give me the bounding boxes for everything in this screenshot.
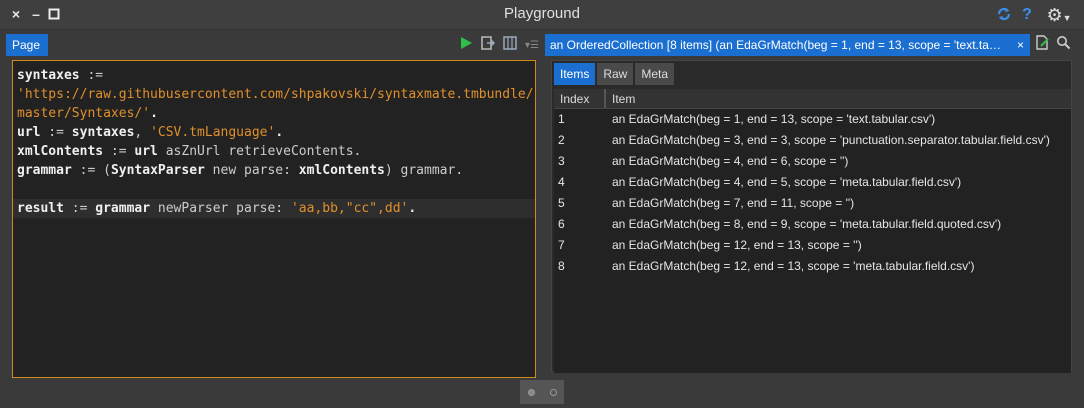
row-index: 4: [558, 175, 565, 189]
code-token: .: [275, 125, 284, 140]
current-line: result := grammar newParser parse: 'aa,b…: [13, 199, 535, 218]
search-icon: [1057, 36, 1071, 50]
row-item: an EdaGrMatch(beg = 12, end = 13, scope …: [612, 238, 862, 252]
export-icon: [481, 35, 496, 50]
table-row[interactable]: 7 an EdaGrMatch(beg = 12, end = 13, scope…: [554, 235, 1071, 256]
row-index: 7: [558, 238, 565, 252]
code-token: :=: [103, 144, 135, 159]
code-token: ,: [134, 125, 151, 140]
code-token: xmlContents: [298, 163, 385, 178]
close-tab-button[interactable]: ×: [1017, 34, 1024, 56]
code-token: newParser parse:: [150, 201, 291, 216]
code-token: result: [17, 201, 64, 216]
code-token: grammar: [17, 163, 72, 178]
document-edit-icon: [1036, 35, 1049, 50]
help-button[interactable]: ?: [1019, 5, 1035, 25]
refresh-button[interactable]: [994, 5, 1014, 25]
table-header: Index Item: [554, 89, 1071, 109]
browse-button[interactable]: [1035, 35, 1050, 55]
inspector-toolbar: [1035, 34, 1071, 56]
settings-button[interactable]: ⚙▼: [1041, 5, 1077, 25]
left-tab-bar: Page ▾☰: [6, 34, 541, 56]
page-dot-2[interactable]: [549, 388, 557, 396]
table-row[interactable]: 1 an EdaGrMatch(beg = 1, end = 13, scope …: [554, 109, 1071, 130]
code-token: master/Syntaxes/': [17, 106, 151, 121]
code-editor[interactable]: syntaxes := 'https://raw.githubuserconte…: [12, 60, 536, 378]
menu-icon: ▾☰: [525, 39, 539, 51]
code-token: SyntaxParser: [110, 163, 205, 178]
inspect-button[interactable]: [481, 35, 496, 55]
row-index: 1: [558, 112, 565, 126]
row-item: an EdaGrMatch(beg = 1, end = 13, scope =…: [612, 112, 936, 126]
page-dot-1[interactable]: [527, 388, 535, 396]
table-row[interactable]: 6 an EdaGrMatch(beg = 8, end = 9, scope =…: [554, 214, 1071, 235]
code-token: url: [134, 144, 158, 159]
code-token: 'aa,bb,"cc",dd': [290, 201, 409, 216]
code-token: grammar: [95, 201, 151, 216]
row-item: an EdaGrMatch(beg = 8, end = 9, scope = …: [612, 217, 1002, 231]
help-icon: ?: [1022, 6, 1032, 23]
page-pager: [520, 380, 564, 404]
table-row[interactable]: 4 an EdaGrMatch(beg = 4, end = 5, scope =…: [554, 172, 1071, 193]
tab-page[interactable]: Page: [6, 34, 48, 56]
code-token: new parse:: [204, 163, 299, 178]
tab-inspector[interactable]: an OrderedCollection [8 items] (an EdaGr…: [545, 34, 1030, 56]
table-row[interactable]: 3 an EdaGrMatch(beg = 4, end = 6, scope =…: [554, 151, 1071, 172]
code-token: :=: [40, 125, 72, 140]
row-index: 8: [558, 259, 565, 273]
tab-items[interactable]: Items: [554, 63, 596, 85]
row-item: an EdaGrMatch(beg = 4, end = 5, scope = …: [612, 175, 962, 189]
row-index: 6: [558, 217, 565, 231]
window-title: Playground: [504, 5, 580, 22]
row-index: 2: [558, 133, 565, 147]
row-item: an EdaGrMatch(beg = 7, end = 11, scope =…: [612, 196, 855, 210]
menu-button[interactable]: ▾☰: [525, 40, 539, 51]
table-row[interactable]: 5 an EdaGrMatch(beg = 7, end = 11, scope …: [554, 193, 1071, 214]
inspector-tab-title: an OrderedCollection [8 items] (an EdaGr…: [550, 38, 1005, 52]
code-token: .: [408, 201, 417, 216]
gear-icon: ⚙: [1046, 5, 1063, 25]
row-index: 3: [558, 154, 565, 168]
code-token: .: [150, 106, 158, 121]
table-icon: [503, 35, 517, 50]
column-header-item[interactable]: Item: [606, 89, 1071, 108]
left-toolbar: ▾☰: [459, 34, 541, 56]
code-token: 'CSV.tmLanguage': [150, 125, 276, 140]
bindings-button[interactable]: [503, 35, 517, 55]
table-row[interactable]: 2 an EdaGrMatch(beg = 3, end = 3, scope =…: [554, 130, 1071, 151]
inspector-body: Items Raw Meta Index Item 1 an EdaGrMatch…: [551, 60, 1072, 373]
play-icon: [461, 36, 473, 49]
code-token: := (: [71, 163, 111, 178]
inspector-subtabs: Items Raw Meta: [554, 63, 675, 85]
code-token: ) grammar.: [384, 163, 464, 178]
code-token: url: [17, 125, 41, 140]
column-header-index[interactable]: Index: [554, 89, 606, 108]
inspector-pane: an OrderedCollection [8 items] (an EdaGr…: [545, 32, 1084, 378]
code-token: xmlContents: [17, 144, 104, 159]
table-row[interactable]: 8 an EdaGrMatch(beg = 12, end = 13, scope…: [554, 256, 1071, 277]
row-item: an EdaGrMatch(beg = 4, end = 6, scope = …: [612, 154, 849, 168]
playground-pane: Page ▾☰ syntaxes := 'https://raw.githubu…: [6, 32, 541, 378]
row-item: an EdaGrMatch(beg = 3, end = 3, scope = …: [612, 133, 1050, 147]
search-button[interactable]: [1056, 35, 1071, 55]
chevron-down-icon: ▼: [1062, 13, 1072, 23]
items-table: Index Item 1 an EdaGrMatch(beg = 1, end =…: [554, 89, 1071, 373]
tab-raw[interactable]: Raw: [597, 63, 634, 85]
refresh-icon: [997, 7, 1011, 21]
code-token: asZnUrl retrieveContents.: [157, 144, 362, 159]
code-token: :=: [79, 68, 104, 83]
row-index: 5: [558, 196, 565, 210]
code-token: :=: [63, 201, 96, 216]
row-item: an EdaGrMatch(beg = 12, end = 13, scope …: [612, 259, 975, 273]
run-button[interactable]: [459, 36, 473, 55]
code-token: 'https://raw.githubusercontent.com/shpak…: [17, 87, 534, 102]
window-titlebar: × – Playground ? ⚙▼: [0, 0, 1084, 30]
code-token: syntaxes: [71, 125, 135, 140]
code-token: syntaxes: [17, 68, 80, 83]
tab-meta[interactable]: Meta: [635, 63, 675, 85]
